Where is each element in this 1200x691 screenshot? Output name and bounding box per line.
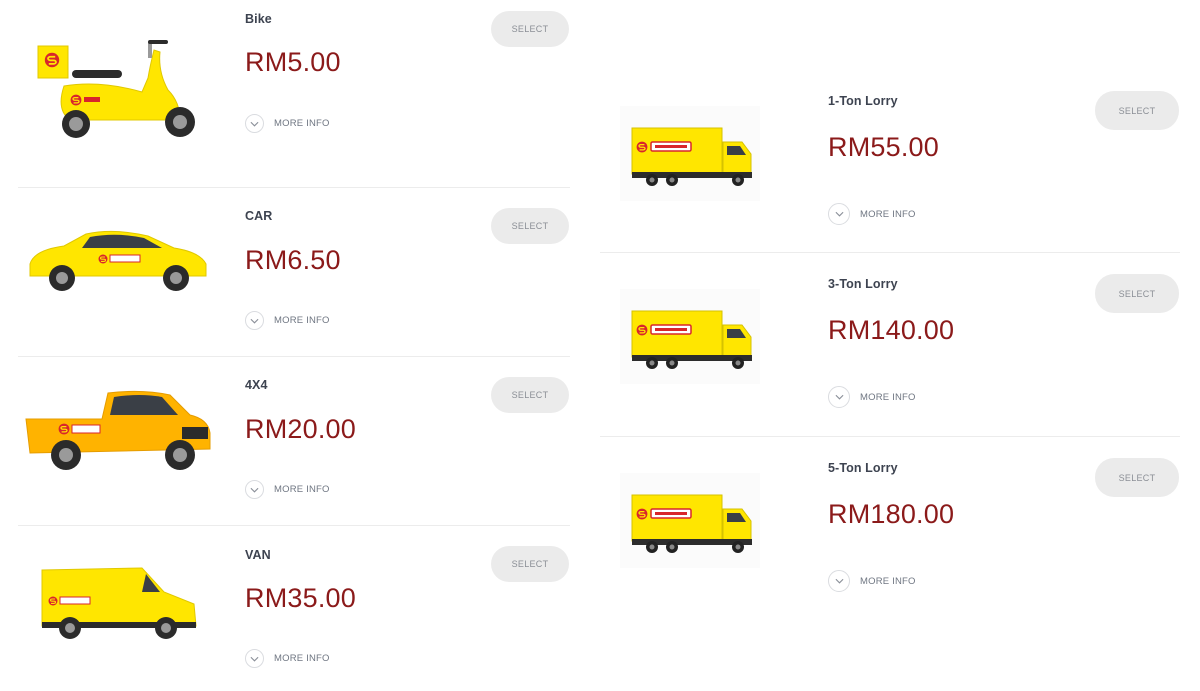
chevron-down-icon	[245, 480, 264, 499]
more-info-label: MORE INFO	[860, 208, 916, 220]
more-info-toggle[interactable]: MORE INFO	[245, 114, 330, 133]
vehicle-price: RM5.00	[245, 47, 341, 77]
vehicle-price: RM180.00	[828, 499, 955, 529]
lorry-icon	[620, 106, 760, 201]
more-info-label: MORE INFO	[274, 653, 330, 664]
vehicle-name: 5-Ton Lorry	[828, 461, 898, 475]
lorry-icon	[620, 473, 760, 568]
vehicle-price: RM140.00	[828, 315, 955, 345]
scooter-icon	[30, 28, 200, 142]
more-info-toggle[interactable]: MORE INFO	[828, 203, 916, 225]
select-button[interactable]: SELECT	[491, 546, 569, 582]
chevron-down-icon	[245, 649, 264, 668]
more-info-toggle[interactable]: MORE INFO	[245, 480, 330, 499]
vehicle-card-van: VAN RM35.00 MORE INFO SELECT	[18, 526, 570, 691]
lorry-icon	[620, 289, 760, 384]
vehicle-name: 4X4	[245, 378, 268, 392]
select-button[interactable]: SELECT	[491, 11, 569, 47]
vehicle-price: RM55.00	[828, 132, 939, 162]
chevron-down-icon	[245, 114, 264, 133]
more-info-label: MORE INFO	[860, 391, 916, 403]
more-info-label: MORE INFO	[274, 484, 330, 495]
vehicle-price: RM20.00	[245, 414, 356, 444]
vehicle-price: RM35.00	[245, 583, 356, 613]
van-icon	[38, 564, 198, 642]
vehicle-card-5-ton-lorry: 5-Ton Lorry RM180.00 MORE INFO SELECT	[600, 437, 1180, 621]
select-button[interactable]: SELECT	[1095, 91, 1179, 130]
pickup-truck-icon	[22, 385, 214, 477]
vehicle-name: 1-Ton Lorry	[828, 94, 898, 108]
more-info-toggle[interactable]: MORE INFO	[828, 386, 916, 408]
more-info-toggle[interactable]: MORE INFO	[828, 570, 916, 592]
select-button[interactable]: SELECT	[491, 377, 569, 413]
vehicle-card-bike: Bike RM5.00 MORE INFO SELECT	[18, 0, 570, 188]
select-button[interactable]: SELECT	[1095, 274, 1179, 313]
vehicle-card-car: CAR RM6.50 MORE INFO SELECT	[18, 188, 570, 357]
more-info-label: MORE INFO	[860, 575, 916, 587]
more-info-label: MORE INFO	[274, 315, 330, 326]
vehicle-name: CAR	[245, 209, 273, 223]
vehicle-card-3-ton-lorry: 3-Ton Lorry RM140.00 MORE INFO SELECT	[600, 253, 1180, 437]
more-info-toggle[interactable]: MORE INFO	[245, 649, 330, 668]
vehicle-card-4x4: 4X4 RM20.00 MORE INFO SELECT	[18, 357, 570, 526]
vehicle-name: VAN	[245, 548, 271, 562]
chevron-down-icon	[828, 203, 850, 225]
vehicle-price: RM6.50	[245, 245, 341, 275]
select-button[interactable]: SELECT	[491, 208, 569, 244]
car-icon	[24, 224, 210, 296]
vehicle-name: Bike	[245, 12, 272, 26]
chevron-down-icon	[828, 570, 850, 592]
more-info-toggle[interactable]: MORE INFO	[245, 311, 330, 330]
select-button[interactable]: SELECT	[1095, 458, 1179, 497]
chevron-down-icon	[828, 386, 850, 408]
chevron-down-icon	[245, 311, 264, 330]
more-info-label: MORE INFO	[274, 118, 330, 129]
vehicle-card-1-ton-lorry: 1-Ton Lorry RM55.00 MORE INFO SELECT	[600, 70, 1180, 253]
vehicle-name: 3-Ton Lorry	[828, 277, 898, 291]
